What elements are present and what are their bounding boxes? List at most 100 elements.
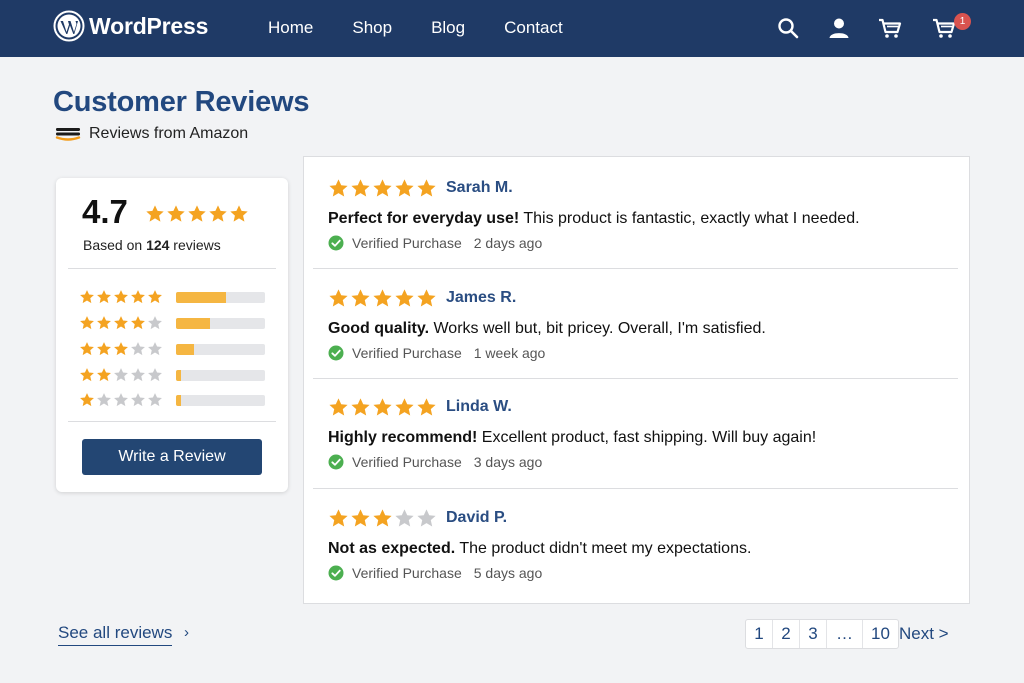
star-empty-icon xyxy=(131,368,145,382)
star-filled-icon xyxy=(80,342,94,356)
review-stars xyxy=(328,288,437,309)
dist-bar-fill-5 xyxy=(176,292,226,303)
star-filled-icon xyxy=(167,205,185,222)
cart-with-badge-icon[interactable] xyxy=(932,16,956,40)
review-stars xyxy=(328,397,437,418)
reviewer-name[interactable]: Sarah M. xyxy=(446,178,513,198)
page-10-button[interactable]: 10 xyxy=(863,620,898,648)
review-text: Perfect for everyday use! This product i… xyxy=(328,210,860,228)
verified-check-icon xyxy=(328,454,344,470)
divider xyxy=(68,268,276,269)
next-page-link[interactable]: Next > xyxy=(899,624,949,644)
review-meta: Verified Purchase 1 week ago xyxy=(328,345,545,361)
verified-check-icon xyxy=(328,345,344,361)
review-meta: Verified Purchase 5 days ago xyxy=(328,565,542,581)
user-icon[interactable] xyxy=(827,16,851,40)
reviews-source-label: Reviews from Amazon xyxy=(89,125,249,142)
dist-bar-3 xyxy=(176,344,265,355)
review-divider xyxy=(313,268,958,269)
dist-bar-2 xyxy=(176,370,265,381)
review-count-number: 124 xyxy=(146,237,170,253)
rating-dist-row-3[interactable] xyxy=(79,340,269,358)
reviewer-name[interactable]: James R. xyxy=(446,288,516,308)
amazon-source-icon xyxy=(55,128,81,141)
page-2-button[interactable]: 2 xyxy=(773,620,800,648)
write-review-button[interactable]: Write a Review xyxy=(82,439,262,475)
review-divider xyxy=(313,378,958,379)
star-filled-icon xyxy=(351,509,370,527)
top-navbar: WordPress Home Shop Blog Contact 1 xyxy=(0,0,1024,57)
dist-bar-1 xyxy=(176,395,265,406)
nav-shop[interactable]: Shop xyxy=(352,18,392,38)
rating-dist-row-2[interactable] xyxy=(79,366,269,384)
star-filled-icon xyxy=(329,398,348,416)
verified-label: Verified Purchase xyxy=(352,345,462,361)
star-filled-icon xyxy=(188,205,206,222)
review-stars xyxy=(328,178,437,199)
star-filled-icon xyxy=(373,509,392,527)
main-nav: Home Shop Blog Contact xyxy=(268,18,602,38)
review-headline: Highly recommend! xyxy=(328,429,478,446)
dist-bar-fill-4 xyxy=(176,318,210,329)
rating-dist-row-1[interactable] xyxy=(79,391,269,409)
star-filled-icon xyxy=(373,398,392,416)
rating-dist-row-4[interactable] xyxy=(79,314,269,332)
review-headline: Good quality. xyxy=(328,320,430,337)
site-logo[interactable]: WordPress xyxy=(53,10,208,42)
star-filled-icon xyxy=(80,290,94,304)
review-body: The product didn't meet my expectations. xyxy=(455,540,752,557)
star-empty-icon xyxy=(131,393,145,407)
cart-icon[interactable] xyxy=(878,16,902,40)
page-title: Customer Reviews xyxy=(53,86,310,118)
review-headline: Perfect for everyday use! xyxy=(328,210,520,227)
verified-label: Verified Purchase xyxy=(352,235,462,251)
verified-check-icon xyxy=(328,235,344,251)
star-filled-icon xyxy=(148,290,162,304)
dist-stars-2 xyxy=(79,367,163,383)
star-filled-icon xyxy=(97,316,111,330)
star-filled-icon xyxy=(351,179,370,197)
star-empty-icon xyxy=(97,393,111,407)
review-text: Highly recommend! Excellent product, fas… xyxy=(328,429,816,447)
dist-bar-5 xyxy=(176,292,265,303)
star-filled-icon xyxy=(80,393,94,407)
search-icon[interactable] xyxy=(776,16,800,40)
rating-dist-row-5[interactable] xyxy=(79,288,269,306)
nav-home[interactable]: Home xyxy=(268,18,313,38)
nav-blog[interactable]: Blog xyxy=(431,18,465,38)
page-1-button[interactable]: 1 xyxy=(746,620,773,648)
divider xyxy=(68,421,276,422)
reviewer-name[interactable]: David P. xyxy=(446,508,507,528)
star-filled-icon xyxy=(417,179,436,197)
star-filled-icon xyxy=(351,289,370,307)
star-empty-icon xyxy=(114,393,128,407)
review-body: This product is fantastic, exactly what … xyxy=(519,210,860,227)
page-3-button[interactable]: 3 xyxy=(800,620,827,648)
review-body: Excellent product, fast shipping. Will b… xyxy=(477,429,817,446)
chevron-right-icon[interactable]: › xyxy=(184,624,189,641)
rating-summary-card: 4.7 Based on 124 reviews Write a Review xyxy=(56,178,288,492)
dist-stars-3 xyxy=(79,341,163,357)
review-date: 1 week ago xyxy=(473,345,546,361)
verified-label: Verified Purchase xyxy=(352,454,462,470)
star-filled-icon xyxy=(373,179,392,197)
review-date: 3 days ago xyxy=(473,454,543,470)
verified-check-icon xyxy=(328,565,344,581)
nav-contact[interactable]: Contact xyxy=(504,18,563,38)
dist-stars-5 xyxy=(79,289,163,305)
star-empty-icon xyxy=(131,342,145,356)
brand-name: WordPress xyxy=(89,12,209,39)
dist-bar-fill-2 xyxy=(176,370,182,381)
star-filled-icon xyxy=(114,316,128,330)
star-empty-icon xyxy=(148,393,162,407)
review-stars xyxy=(328,508,437,529)
star-filled-icon xyxy=(209,205,227,222)
star-filled-icon xyxy=(80,368,94,382)
reviewer-name[interactable]: Linda W. xyxy=(446,397,512,417)
review-headline: Not as expected. xyxy=(328,540,456,557)
average-stars xyxy=(145,204,249,224)
see-all-reviews-link[interactable]: See all reviews xyxy=(58,623,173,646)
review-date: 2 days ago xyxy=(473,235,543,251)
review-meta: Verified Purchase 2 days ago xyxy=(328,235,542,251)
star-filled-icon xyxy=(230,205,248,222)
